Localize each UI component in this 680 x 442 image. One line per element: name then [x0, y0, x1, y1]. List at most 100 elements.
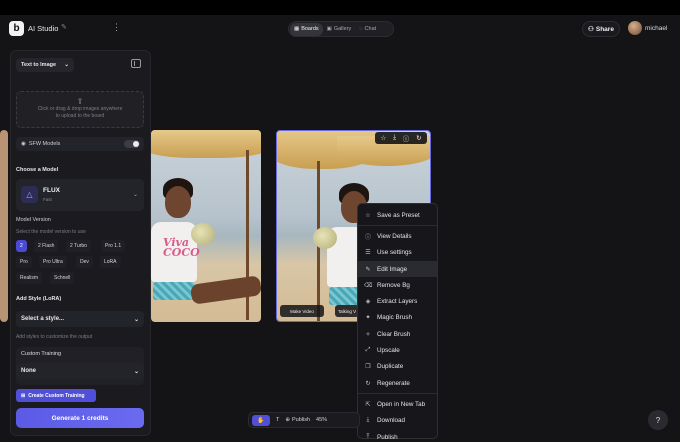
- menu-item-download[interactable]: ⤓ Download: [358, 413, 437, 429]
- view-switcher: ▦ Boards ▣ Gallery ◌ Chat: [288, 21, 394, 37]
- chevron-down-icon: ⌄: [132, 192, 138, 198]
- version-chip[interactable]: Pro: [16, 256, 32, 268]
- text-tool-button[interactable]: T: [276, 417, 279, 423]
- version-chip[interactable]: 2 Flash: [34, 240, 59, 252]
- hand-tool-button[interactable]: ✋: [252, 414, 270, 426]
- tab-chat[interactable]: ◌ Chat: [355, 23, 380, 36]
- chevron-down-icon: ⌄: [133, 368, 139, 375]
- image-dropzone[interactable]: ⇪ Click or drag & drop images anywhere t…: [16, 91, 144, 128]
- version-chip[interactable]: Pro Ultra: [39, 256, 67, 268]
- canvas-image-middle[interactable]: Viva COCO: [151, 130, 261, 322]
- app-logo[interactable]: b: [9, 21, 24, 36]
- menu-item-publish[interactable]: ⤒ Publish: [358, 429, 437, 442]
- edit-icon: ✎: [365, 266, 371, 273]
- menu-item-extract-layers[interactable]: ◈ Extract Layers: [358, 293, 437, 309]
- duplicate-icon: ❐: [365, 364, 371, 371]
- menu-item-clear-brush[interactable]: ✧ Clear Brush: [358, 326, 437, 342]
- generation-panel: Text to Image ⌄ ⇪ Click or drag & drop i…: [10, 50, 151, 436]
- user-plus-icon: ⚇: [588, 26, 594, 33]
- star-icon: ☆: [365, 212, 371, 219]
- model-select[interactable]: △ FLUX Fast ⌄: [16, 179, 144, 211]
- clear-brush-icon: ✧: [365, 331, 371, 338]
- grid-icon: ▦: [294, 26, 300, 32]
- download-icon[interactable]: ⤓: [393, 134, 396, 142]
- image-icon: ▣: [326, 26, 332, 32]
- context-menu: ☆ Save as Preset ⓘ View Details ☰ Use setti…: [357, 203, 438, 442]
- version-chip[interactable]: Pro 1.1: [101, 240, 126, 252]
- app-title: AI Studio: [28, 24, 59, 33]
- choose-model-label: Choose a Model: [16, 167, 59, 173]
- menu-item-magic-brush[interactable]: ✦ Magic Brush: [358, 310, 437, 326]
- menu-divider: [358, 393, 437, 395]
- version-chip[interactable]: Dev: [76, 256, 93, 268]
- username: michael: [645, 25, 668, 32]
- version-chip[interactable]: 2: [16, 240, 27, 252]
- hand-icon: ✋: [257, 417, 265, 424]
- publish-button[interactable]: ⊕ Publish: [285, 417, 310, 423]
- chat-icon: ◌: [359, 26, 363, 32]
- model-version-label: Model Version: [16, 217, 51, 223]
- custom-training-select[interactable]: None ⌄: [16, 363, 144, 379]
- sfw-models-row: ◉ SFW Models: [16, 137, 144, 151]
- pencil-icon[interactable]: ✎: [61, 23, 67, 31]
- menu-item-use-settings[interactable]: ☰ Use settings: [358, 245, 437, 261]
- version-chip[interactable]: Schnell: [50, 272, 75, 284]
- top-strip: [0, 0, 680, 15]
- menu-item-open-new-tab[interactable]: ⇱ Open in New Tab: [358, 396, 437, 412]
- upload-icon: ⤒: [366, 433, 370, 440]
- make-video-button[interactable]: Make Video: [280, 305, 324, 317]
- sidebar-toggle-icon[interactable]: [131, 59, 141, 68]
- globe-icon: ⊕: [285, 417, 290, 423]
- eye-icon: ◉: [21, 141, 26, 147]
- help-button[interactable]: ?: [648, 410, 668, 430]
- download-icon: ⤓: [366, 417, 370, 424]
- flux-logo-icon: △: [21, 186, 38, 203]
- zoom-level[interactable]: 45%: [316, 417, 327, 423]
- eraser-icon: ⌫: [364, 282, 373, 289]
- mode-select[interactable]: Text to Image ⌄: [16, 58, 74, 72]
- menu-divider: [358, 225, 437, 227]
- menu-item-view-details[interactable]: ⓘ View Details: [358, 228, 437, 244]
- magic-brush-icon: ✦: [365, 315, 371, 322]
- external-link-icon: ⇱: [365, 401, 371, 408]
- version-chip[interactable]: Realism: [16, 272, 43, 284]
- custom-training-section: Custom Training None ⌄: [16, 347, 144, 385]
- tab-gallery[interactable]: ▣ Gallery: [323, 23, 356, 36]
- refresh-icon: ↻: [365, 380, 371, 387]
- menu-item-duplicate[interactable]: ❐ Duplicate: [358, 359, 437, 375]
- star-icon[interactable]: ☆: [380, 134, 386, 142]
- model-version-hint: Select the model version to use: [16, 229, 86, 235]
- question-icon: ?: [655, 415, 661, 425]
- canvas-toolbar: ✋ T ⊕ Publish 45%: [248, 412, 360, 428]
- style-select[interactable]: Select a style... ⌄: [16, 311, 144, 327]
- more-icon[interactable]: ⋮: [112, 22, 121, 33]
- menu-item-regenerate[interactable]: ↻ Regenerate: [358, 375, 437, 391]
- create-custom-training-button[interactable]: ⊞ Create Custom Training: [16, 389, 96, 402]
- text-icon: T: [276, 417, 280, 423]
- refresh-icon[interactable]: ↻: [416, 134, 421, 142]
- plus-square-icon: ⊞: [21, 392, 26, 399]
- menu-item-edit-image[interactable]: ✎ Edit Image: [358, 260, 437, 278]
- version-chip[interactable]: 2 Turbo: [66, 240, 91, 252]
- info-icon[interactable]: ⓘ: [403, 133, 410, 143]
- image-toolbar: ☆ ⤓ ⓘ ↻: [375, 132, 427, 144]
- avatar[interactable]: [628, 21, 642, 35]
- custom-training-label: Custom Training: [21, 351, 62, 357]
- share-button[interactable]: ⚇ Share: [582, 21, 620, 37]
- expand-icon: ⤢: [365, 347, 371, 354]
- tab-boards[interactable]: ▦ Boards: [290, 22, 323, 36]
- add-style-label: Add Style (LoRA): [16, 296, 62, 302]
- menu-item-remove-bg[interactable]: ⌫ Remove Bg: [358, 277, 437, 293]
- sfw-toggle[interactable]: [124, 140, 140, 148]
- version-chip[interactable]: LoRA: [100, 256, 121, 268]
- chevron-down-icon: ⌄: [133, 316, 139, 323]
- talking-video-button[interactable]: Talking V: [335, 305, 359, 317]
- menu-item-upscale[interactable]: ⤢ Upscale: [358, 342, 437, 358]
- canvas-image-left[interactable]: [0, 130, 8, 322]
- sliders-icon: ☰: [365, 250, 371, 257]
- layers-icon: ◈: [365, 299, 371, 306]
- menu-item-save-as-preset[interactable]: ☆ Save as Preset: [358, 207, 437, 223]
- style-hint: Add styles to customize the output: [16, 334, 93, 340]
- top-bar: b AI Studio ✎ ⋮ ▦ Boards ▣ Gallery ◌ Cha…: [0, 15, 680, 43]
- generate-button[interactable]: Generate 1 credits: [16, 408, 144, 428]
